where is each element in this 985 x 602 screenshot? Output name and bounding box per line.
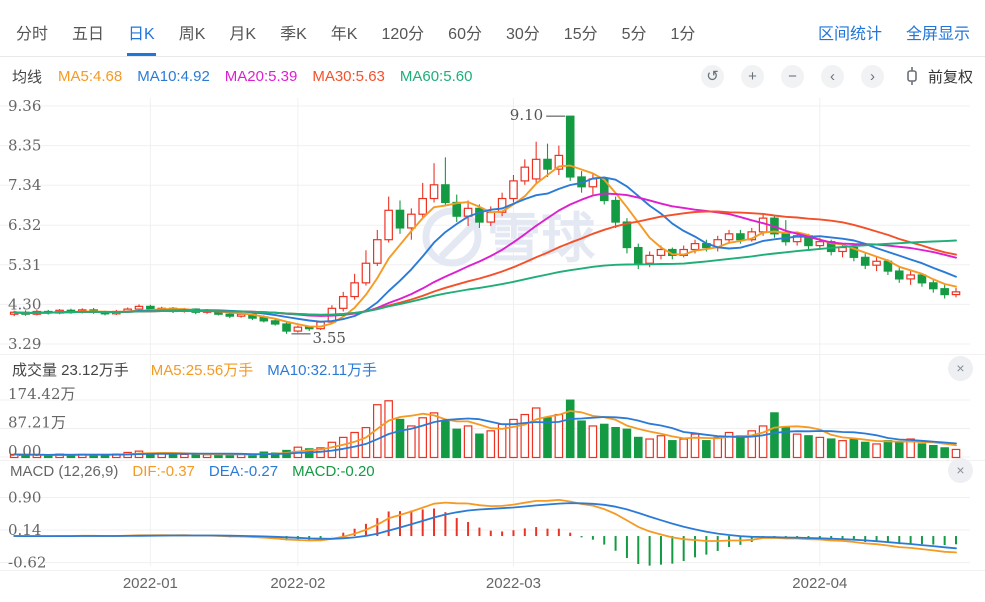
macd-dif-label: DIF:-0.37 <box>132 463 195 480</box>
axis-tick-label: 87.21万 <box>8 414 66 432</box>
axis-tick-label: 8.35 <box>8 137 41 155</box>
close-macd-panel-button[interactable]: × <box>948 458 973 483</box>
panel-separator <box>0 354 985 355</box>
macd-layer <box>13 498 957 566</box>
macd-value-label: MACD:-0.20 <box>292 463 375 480</box>
axis-tick-label: 7.34 <box>8 176 41 194</box>
axis-tick-label: 0.14 <box>8 521 41 539</box>
xueqiu-watermark: 雪球 <box>422 207 596 269</box>
axis-tick-label: 2022-03 <box>486 575 541 592</box>
gridlines-layer <box>0 98 970 566</box>
close-icon: × <box>956 462 965 478</box>
candlestick-chart-canvas[interactable]: 雪球 9.36 8.35 7.34 6.32 5.31 4.30 3.29 174.42万 87.… <box>0 0 985 602</box>
axis-tick-label: 0.00 <box>8 442 41 460</box>
axis-tick-label: -0.62 <box>8 554 46 572</box>
macd-header: MACD (12,26,9) DIF:-0.37 DEA:-0.27 MACD:… <box>10 463 375 480</box>
volume-header: 成交量 23.12万手 MA5:25.56万手 MA10:32.11万手 <box>12 359 377 380</box>
axis-tick-label: 4.30 <box>8 295 41 313</box>
axis-tick-label: 2022-04 <box>792 575 847 592</box>
high-annotation-label: 9.10 <box>510 106 543 124</box>
axis-tick-label: 9.36 <box>8 97 41 115</box>
low-annotation-label: 3.55 <box>313 329 346 347</box>
macd-title: MACD (12,26,9) <box>10 463 119 480</box>
macd-dea-label: DEA:-0.27 <box>208 463 279 480</box>
stock-chart-app: 分时 五日 日K 周K 月K 季K 年K 120分 60分 30分 15分 5分 1分 区间统计 全屏显示… <box>0 0 985 602</box>
axis-tick-label: 2022-02 <box>270 575 325 592</box>
volume-ma5-label: MA5:25.56万手 <box>150 362 254 379</box>
close-volume-panel-button[interactable]: × <box>948 356 973 381</box>
axis-tick-label: 0.90 <box>8 489 41 507</box>
panel-separator <box>0 460 985 461</box>
volume-title: 成交量 23.12万手 <box>12 362 129 379</box>
axis-tick-label: 174.42万 <box>8 385 76 403</box>
axis-tick-label: 6.32 <box>8 216 41 234</box>
axis-tick-label: 3.29 <box>8 335 41 353</box>
close-icon: × <box>956 360 965 376</box>
volume-ma10-label: MA10:32.11万手 <box>267 362 378 379</box>
axis-tick-label: 5.31 <box>8 256 41 274</box>
axis-tick-label: 2022-01 <box>123 575 178 592</box>
panel-separator <box>0 570 985 571</box>
